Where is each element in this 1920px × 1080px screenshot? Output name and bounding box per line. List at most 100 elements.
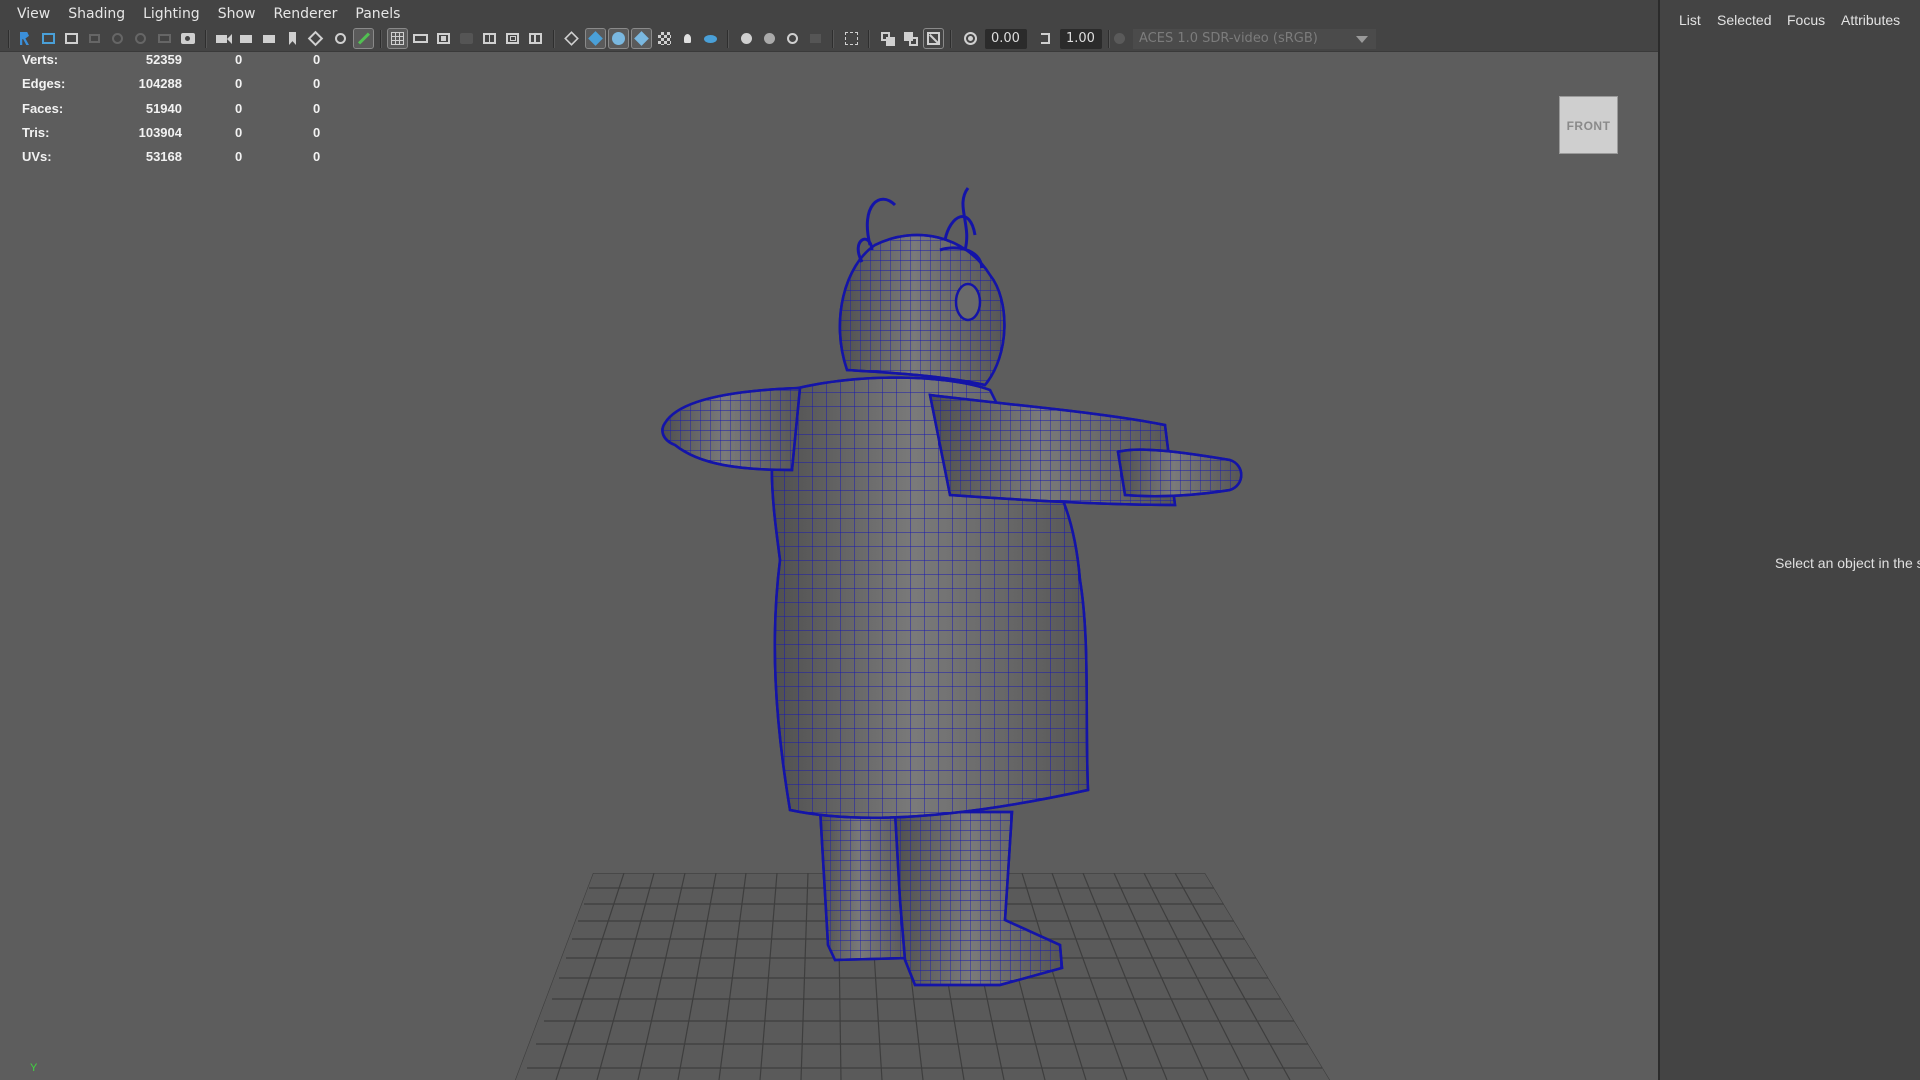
- grid-icon[interactable]: [387, 28, 408, 49]
- xray-icon[interactable]: [631, 28, 652, 49]
- character-model: [661, 187, 1243, 987]
- menu-show[interactable]: Show: [209, 0, 265, 28]
- gamma-field[interactable]: 1.00: [1060, 29, 1102, 49]
- track-camera-icon[interactable]: [237, 29, 256, 48]
- poly-count-hud: Verts: 52359 0 0 Edges: 104288 0 0 Faces…: [22, 52, 342, 173]
- color-space-dropdown[interactable]: ACES 1.0 SDR-video (sRGB): [1133, 29, 1376, 49]
- chevron-down-icon: [1356, 36, 1368, 43]
- toolbar-separator: [727, 30, 729, 48]
- dolly-camera-icon[interactable]: [214, 29, 233, 48]
- camera-attributes-icon[interactable]: [39, 29, 58, 48]
- toolbar-separator: [8, 30, 10, 48]
- hud-row-verts: Verts: 52359 0 0: [22, 52, 342, 76]
- field-chart-icon[interactable]: [480, 29, 499, 48]
- hud-value: 0: [235, 149, 243, 165]
- bookmark-flag-icon[interactable]: [283, 29, 302, 48]
- shadows-icon[interactable]: [701, 29, 720, 48]
- toolbar-separator: [832, 30, 834, 48]
- tab-selected[interactable]: Selected: [1717, 12, 1771, 28]
- menu-shading[interactable]: Shading: [59, 0, 134, 28]
- attribute-panel-tabs: List Selected Focus Attributes: [1663, 12, 1920, 34]
- toolbar-separator: [380, 30, 382, 48]
- attribute-panel: List Selected Focus Attributes Select an…: [1663, 0, 1920, 1080]
- image-plane-icon[interactable]: [306, 29, 325, 48]
- two-d-pan-zoom-icon[interactable]: [331, 29, 350, 48]
- view-cube-front[interactable]: FRONT: [1559, 96, 1618, 154]
- hud-value: 0: [313, 124, 321, 140]
- menu-lighting[interactable]: Lighting: [134, 0, 209, 28]
- safe-title-icon[interactable]: [526, 29, 545, 48]
- hud-value: 0: [235, 76, 243, 92]
- gate-mask-icon[interactable]: [457, 29, 476, 48]
- depth-of-field-icon[interactable]: [806, 29, 825, 48]
- hud-value: 51940: [145, 100, 182, 116]
- toolbar-separator: [950, 30, 952, 48]
- viewport-panel[interactable]: View Shading Lighting Show Renderer Pane…: [0, 0, 1660, 1080]
- menu-view[interactable]: View: [8, 0, 59, 28]
- hud-value: 0: [313, 52, 321, 67]
- hud-label: Edges:: [22, 76, 66, 92]
- tab-list[interactable]: List: [1679, 12, 1701, 28]
- hud-row-edges: Edges: 104288 0 0: [22, 76, 342, 100]
- camera-icon[interactable]: [178, 29, 197, 48]
- hud-label: Faces:: [22, 100, 64, 116]
- hud-row-uvs: UVs: 53168 0 0: [22, 149, 342, 173]
- hud-value: 52359: [145, 52, 182, 67]
- hud-row-tris: Tris: 103904 0 0: [22, 125, 342, 149]
- hud-value: 104288: [138, 76, 182, 92]
- image-plane-icon[interactable]: [85, 29, 104, 48]
- exposure-icon[interactable]: [961, 29, 980, 48]
- resolution-gate-icon[interactable]: [434, 29, 453, 48]
- grease-pencil-icon[interactable]: [353, 28, 374, 49]
- use-all-lights-icon[interactable]: [678, 29, 697, 48]
- hud-value: 0: [235, 100, 243, 116]
- hud-label: UVs:: [22, 149, 52, 165]
- screen-space-ao-icon[interactable]: [737, 29, 756, 48]
- hud-value: 0: [235, 124, 243, 140]
- xray-active-icon[interactable]: [901, 29, 920, 48]
- color-space-label: ACES 1.0 SDR-video (sRGB): [1139, 31, 1318, 46]
- toolbar-separator: [868, 30, 870, 48]
- hud-value: 0: [313, 149, 321, 165]
- hud-value: 103904: [138, 124, 182, 140]
- film-gate-icon[interactable]: [411, 29, 430, 48]
- backface-icon[interactable]: [923, 28, 944, 49]
- antialiasing-icon[interactable]: [783, 29, 802, 48]
- textured-icon[interactable]: [655, 29, 674, 48]
- empty-selection-message: Select an object in the s: [1775, 555, 1920, 571]
- grease-pencil-icon[interactable]: [108, 29, 127, 48]
- hud-value: 0: [313, 76, 321, 92]
- hud-value: 0: [313, 100, 321, 116]
- xray-joints-icon[interactable]: [878, 29, 897, 48]
- safe-action-icon[interactable]: [503, 29, 522, 48]
- wireframe-on-shaded-icon[interactable]: [608, 28, 629, 49]
- exposure-field[interactable]: 0.00: [985, 29, 1027, 49]
- menu-renderer[interactable]: Renderer: [264, 0, 346, 28]
- color-management-icon[interactable]: [1110, 29, 1129, 48]
- bookmark-icon[interactable]: [62, 29, 81, 48]
- panel-menubar: View Shading Lighting Show Renderer Pane…: [0, 0, 1658, 28]
- menu-panels[interactable]: Panels: [346, 0, 409, 28]
- motion-blur-icon[interactable]: [760, 29, 779, 48]
- scene-canvas[interactable]: [0, 52, 1658, 1080]
- redo-view-icon[interactable]: [131, 29, 150, 48]
- isolate-select-icon[interactable]: [842, 29, 861, 48]
- tab-attributes[interactable]: Attributes: [1841, 12, 1900, 28]
- tab-focus[interactable]: Focus: [1787, 12, 1825, 28]
- smooth-shade-icon[interactable]: [585, 28, 606, 49]
- panel-toolbar: 0.00 1.00 ACES 1.0 SDR-video (sRGB): [0, 26, 1658, 52]
- gamma-icon[interactable]: [1036, 29, 1055, 48]
- axis-indicator-y: Y: [30, 1062, 38, 1074]
- wireframe-icon[interactable]: [562, 29, 581, 48]
- hud-label: Verts:: [22, 52, 59, 67]
- hud-value: 0: [235, 52, 243, 67]
- hud-label: Tris:: [22, 124, 50, 140]
- ear: [954, 282, 982, 322]
- tumble-camera-icon[interactable]: [260, 29, 279, 48]
- hud-row-faces: Faces: 51940 0 0: [22, 101, 342, 125]
- select-camera-icon[interactable]: [15, 29, 34, 48]
- toolbar-separator: [553, 30, 555, 48]
- hud-value: 53168: [145, 149, 182, 165]
- snapshot-icon[interactable]: [155, 29, 174, 48]
- toolbar-separator: [205, 30, 207, 48]
